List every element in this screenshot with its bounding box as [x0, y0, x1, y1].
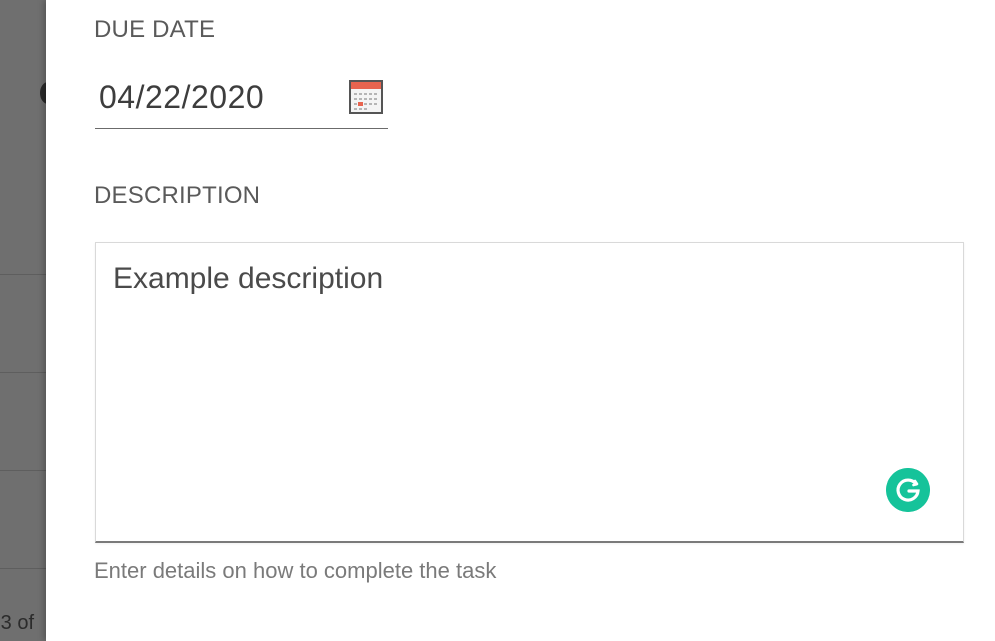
- calendar-icon[interactable]: [349, 80, 383, 114]
- description-value[interactable]: Example description: [113, 262, 383, 296]
- grammarly-icon[interactable]: [886, 468, 930, 512]
- description-textarea[interactable]: Example description: [95, 242, 964, 543]
- description-helper-text: Enter details on how to complete the tas…: [94, 558, 497, 583]
- row-divider: [0, 274, 46, 275]
- row-divider: [0, 470, 46, 471]
- due-date-value[interactable]: 04/22/2020: [99, 79, 264, 116]
- task-drawer: DUE DATE 04/22/2020 DESCRIPTION Example …: [46, 0, 995, 641]
- background-overlay[interactable]: -3 of: [0, 0, 46, 641]
- description-label: DESCRIPTION: [94, 182, 261, 209]
- row-divider: [0, 372, 46, 373]
- due-date-label: DUE DATE: [94, 16, 216, 43]
- due-date-field[interactable]: 04/22/2020: [95, 74, 388, 129]
- row-divider: [0, 568, 46, 569]
- pagination-text: -3 of: [0, 612, 35, 634]
